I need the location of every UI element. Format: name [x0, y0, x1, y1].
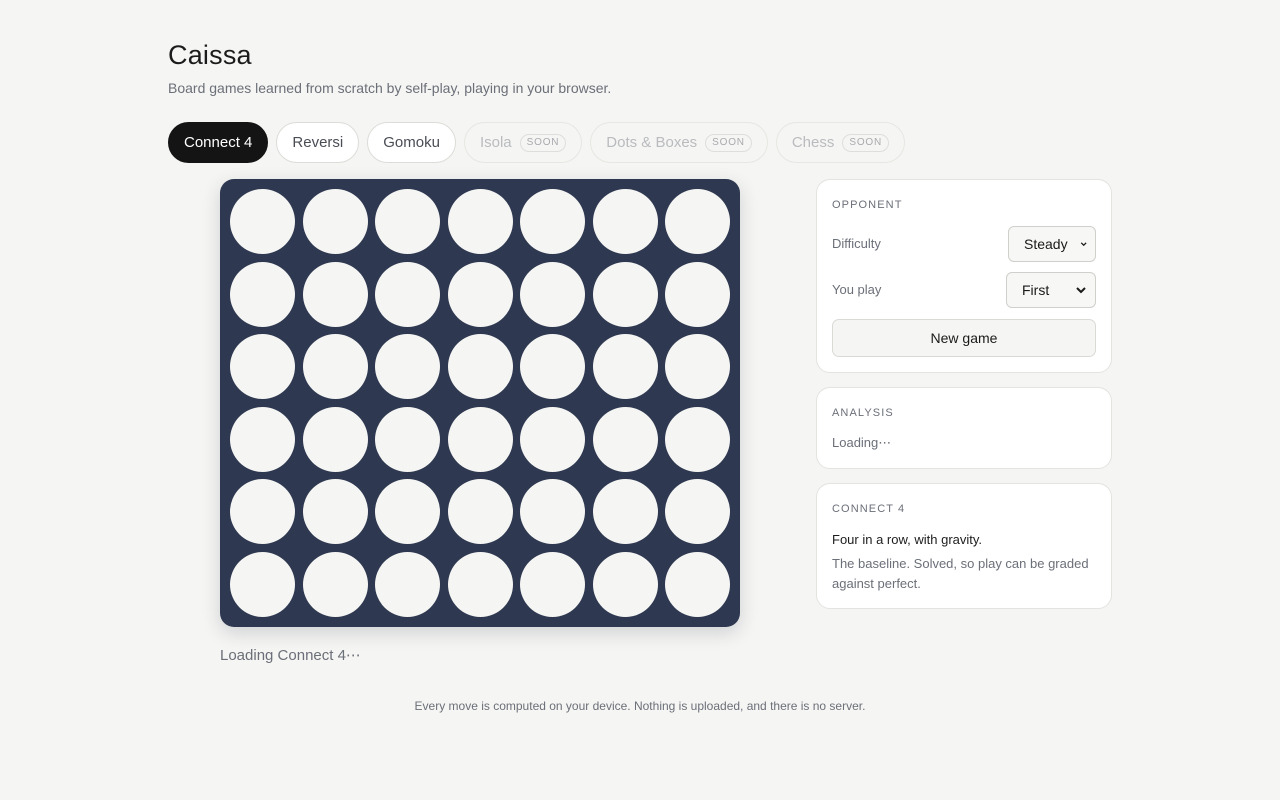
- board-cell[interactable]: [592, 189, 658, 254]
- board-cell[interactable]: [520, 334, 585, 400]
- tab-label: Gomoku: [383, 134, 440, 151]
- game-tabs: Connect 4 Reversi Gomoku Isola SOON Dots…: [168, 122, 906, 163]
- board-cell[interactable]: [520, 261, 585, 327]
- analysis-text: Loading⋯: [832, 435, 892, 450]
- board-cell[interactable]: [665, 479, 730, 545]
- board-cell[interactable]: [520, 479, 585, 545]
- board-cell[interactable]: [375, 406, 440, 472]
- analysis-card: ANALYSIS Loading⋯: [816, 387, 1112, 469]
- chevron-down-icon: [1080, 242, 1087, 247]
- board-cell[interactable]: [230, 479, 295, 545]
- tab-reversi[interactable]: Reversi: [276, 122, 360, 163]
- board-cell[interactable]: [375, 334, 440, 400]
- board-cell[interactable]: [375, 479, 440, 545]
- board-cell[interactable]: [665, 189, 730, 254]
- new-game-label: New game: [930, 330, 998, 346]
- opponent-heading: OPPONENT: [832, 199, 903, 211]
- soon-badge: SOON: [842, 133, 890, 152]
- you-play-select[interactable]: First: [1006, 272, 1096, 308]
- board-cell[interactable]: [447, 189, 513, 254]
- board-cell[interactable]: [520, 552, 585, 617]
- board-cell[interactable]: [447, 261, 513, 327]
- board-cell[interactable]: [302, 479, 368, 545]
- board-cell[interactable]: [592, 334, 658, 400]
- board-cell[interactable]: [665, 406, 730, 472]
- game-tagline: Four in a row, with gravity.: [832, 532, 983, 547]
- tab-connect-4[interactable]: Connect 4: [168, 122, 269, 163]
- app-title: Caissa: [168, 40, 252, 70]
- board-cell[interactable]: [447, 334, 513, 400]
- board-cell[interactable]: [665, 552, 730, 617]
- chevron-down-icon: [1076, 287, 1086, 294]
- board-cell[interactable]: [230, 334, 295, 400]
- board-cell[interactable]: [230, 406, 295, 472]
- board-cell[interactable]: [302, 261, 368, 327]
- board-cell[interactable]: [665, 334, 730, 400]
- tab-label: Dots & Boxes: [606, 134, 698, 151]
- tab-chess: Chess SOON: [775, 122, 906, 163]
- footer-note: Every move is computed on your device. N…: [414, 699, 866, 713]
- board-cell[interactable]: [592, 552, 658, 617]
- board-cell[interactable]: [447, 552, 513, 617]
- difficulty-label: Difficulty: [832, 236, 881, 251]
- difficulty-value: Steady: [1024, 236, 1068, 252]
- game-info-card: CONNECT 4 Four in a row, with gravity. T…: [816, 483, 1112, 609]
- tab-label: Connect 4: [184, 134, 253, 151]
- tab-label: Isola: [479, 134, 512, 151]
- app-subtitle: Board games learned from scratch by self…: [168, 80, 612, 96]
- game-description: The baseline. Solved, so play can be gra…: [832, 556, 1089, 591]
- board-cell[interactable]: [230, 552, 295, 617]
- board-cell[interactable]: [230, 261, 295, 327]
- tab-dots-and-boxes: Dots & Boxes SOON: [590, 122, 768, 163]
- opponent-card: OPPONENT Difficulty Steady You play Firs…: [816, 179, 1112, 373]
- board-cell[interactable]: [230, 189, 295, 254]
- difficulty-select[interactable]: Steady: [1008, 226, 1096, 262]
- board-cell[interactable]: [375, 261, 440, 327]
- board-cell[interactable]: [592, 479, 658, 545]
- board-cell[interactable]: [447, 479, 513, 545]
- tab-gomoku[interactable]: Gomoku: [367, 122, 456, 163]
- board-cell[interactable]: [520, 406, 585, 472]
- board-cell[interactable]: [302, 406, 368, 472]
- board-cell[interactable]: [447, 406, 513, 472]
- board-cell[interactable]: [520, 189, 585, 254]
- board-cell[interactable]: [375, 552, 440, 617]
- board-cell[interactable]: [302, 334, 368, 400]
- tab-label: Reversi: [292, 134, 344, 151]
- soon-badge: SOON: [519, 133, 567, 152]
- board-cell[interactable]: [375, 189, 440, 254]
- board-cell[interactable]: [302, 189, 368, 254]
- tab-label: Chess: [791, 134, 835, 151]
- game-info-heading: CONNECT 4: [832, 503, 906, 515]
- you-play-value: First: [1022, 282, 1050, 298]
- you-play-label: You play: [832, 282, 882, 297]
- board-status: Loading Connect 4⋯: [220, 647, 361, 664]
- connect-4-board[interactable]: [220, 179, 740, 627]
- board-cell[interactable]: [592, 406, 658, 472]
- board-cell[interactable]: [302, 552, 368, 617]
- soon-badge: SOON: [705, 133, 752, 152]
- analysis-heading: ANALYSIS: [832, 407, 894, 419]
- new-game-button[interactable]: New game: [832, 319, 1096, 357]
- tab-isola: Isola SOON: [463, 122, 583, 163]
- board-cell[interactable]: [665, 261, 730, 327]
- board-cell[interactable]: [592, 261, 658, 327]
